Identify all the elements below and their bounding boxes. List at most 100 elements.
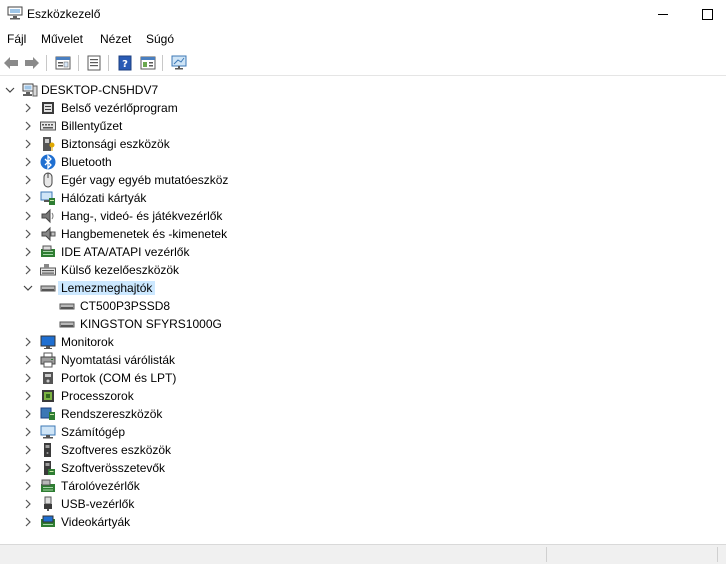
chevron-right-icon[interactable] xyxy=(23,477,33,495)
chevron-right-icon[interactable] xyxy=(23,387,33,405)
chevron-right-icon[interactable] xyxy=(23,171,33,189)
maximize-button[interactable] xyxy=(684,0,726,28)
tree-root[interactable]: DESKTOP-CN5HDV7 xyxy=(0,81,726,99)
title-bar: Eszközkezelő xyxy=(0,0,726,28)
chevron-right-icon[interactable] xyxy=(23,225,33,243)
tree-category-label: Külső kezelőeszközök xyxy=(61,263,180,277)
keyboard-icon xyxy=(40,121,56,131)
chevron-right-icon[interactable] xyxy=(23,117,33,135)
menu-action[interactable]: Művelet xyxy=(41,32,83,46)
chevron-right-icon[interactable] xyxy=(23,207,33,225)
chevron-right-icon[interactable] xyxy=(23,243,33,261)
chevron-right-icon[interactable] xyxy=(23,99,33,117)
chevron-right-icon[interactable] xyxy=(23,135,33,153)
chevron-right-icon[interactable] xyxy=(23,459,33,477)
tree-category-hang-video-es-jatekvezerlok[interactable]: Hang-, videó- és játékvezérlők xyxy=(0,207,726,225)
menu-file[interactable]: Fájl xyxy=(7,32,26,46)
tree-category-eger-vagy-egyeb-mutatoeszkoz[interactable]: Egér vagy egyéb mutatóeszköz xyxy=(0,171,726,189)
tree-category-label: Hang-, videó- és játékvezérlők xyxy=(61,209,223,223)
tree-category-kulso-kezeloeszkozok[interactable]: Külső kezelőeszközök xyxy=(0,261,726,279)
audio-io-icon xyxy=(41,226,56,242)
tree-category-label: Egér vagy egyéb mutatóeszköz xyxy=(61,173,229,187)
action-button[interactable] xyxy=(139,54,157,72)
tree-root-label: DESKTOP-CN5HDV7 xyxy=(41,83,159,97)
chevron-right-icon[interactable] xyxy=(23,261,33,279)
chevron-right-icon[interactable] xyxy=(23,513,33,531)
tree-category-videokartyak[interactable]: Videokártyák xyxy=(0,513,726,531)
tree-category-billentyuzet[interactable]: Billentyűzet xyxy=(0,117,726,135)
tree-category-label: Monitorok xyxy=(61,335,114,349)
forward-button[interactable] xyxy=(23,54,41,72)
tree-category-label: Videokártyák xyxy=(61,515,131,529)
tree-category-lemezmeghajtok[interactable]: Lemezmeghajtók xyxy=(0,279,726,297)
tree-category-usb-vezerlok[interactable]: USB-vezérlők xyxy=(0,495,726,513)
minimize-button[interactable] xyxy=(640,0,686,28)
tree-category-label: Nyomtatási várólisták xyxy=(61,353,176,367)
action-icon xyxy=(140,56,156,70)
status-separator xyxy=(546,547,547,562)
menu-help[interactable]: Súgó xyxy=(146,32,174,46)
tree-category-nyomtatasi-varolistak[interactable]: Nyomtatási várólisták xyxy=(0,351,726,369)
update-driver-icon xyxy=(87,55,101,71)
disk-drive-icon xyxy=(59,303,75,310)
chevron-right-icon[interactable] xyxy=(23,333,33,351)
chevron-right-icon[interactable] xyxy=(23,351,33,369)
tree-category-halozati-kartyak[interactable]: Hálózati kártyák xyxy=(0,189,726,207)
toolbar-separator xyxy=(162,55,163,71)
tree-category-label: Processzorok xyxy=(61,389,134,403)
processor-icon xyxy=(42,390,54,402)
forward-icon xyxy=(25,57,39,69)
back-button[interactable] xyxy=(2,54,20,72)
monitor-icon xyxy=(40,335,56,349)
bluetooth-icon xyxy=(40,154,56,170)
toolbar-separator xyxy=(78,55,79,71)
chevron-down-icon[interactable] xyxy=(5,81,15,99)
tree-category-rendszereszkozok[interactable]: Rendszereszközök xyxy=(0,405,726,423)
tree-device-item[interactable]: CT500P3PSSD8 xyxy=(0,297,726,315)
port-icon xyxy=(43,372,53,384)
chevron-down-icon[interactable] xyxy=(23,279,33,297)
help-button[interactable]: ? xyxy=(116,54,134,72)
tree-device-item[interactable]: KINGSTON SFYRS1000G xyxy=(0,315,726,333)
svg-text:?: ? xyxy=(122,59,128,70)
chevron-right-icon[interactable] xyxy=(23,153,33,171)
scan-hardware-button[interactable] xyxy=(170,54,188,72)
status-bar xyxy=(0,544,726,564)
toolbar-separator xyxy=(46,55,47,71)
menu-bar: Fájl Művelet Nézet Súgó xyxy=(0,29,726,49)
chevron-right-icon[interactable] xyxy=(23,423,33,441)
chevron-right-icon[interactable] xyxy=(23,495,33,513)
properties-icon xyxy=(55,56,71,70)
tree-category-bluetooth[interactable]: Bluetooth xyxy=(0,153,726,171)
back-icon xyxy=(4,57,18,69)
ide-controller-icon xyxy=(41,245,55,257)
tree-category-hangbemenetek-es-kimenetek[interactable]: Hangbemenetek és -kimenetek xyxy=(0,225,726,243)
tree-category-ide-ata-atapi-vezerlok[interactable]: IDE ATA/ATAPI vezérlők xyxy=(0,243,726,261)
tree-category-label: Belső vezérlőprogram xyxy=(61,101,178,115)
tree-category-szoftverosszetevok[interactable]: Szoftverösszetevők xyxy=(0,459,726,477)
status-separator xyxy=(717,547,718,562)
software-component-icon xyxy=(44,461,55,475)
toolbar-separator xyxy=(108,55,109,71)
tree-category-portok-com-es-lpt[interactable]: Portok (COM és LPT) xyxy=(0,369,726,387)
computer-icon xyxy=(22,83,38,97)
chevron-right-icon[interactable] xyxy=(23,405,33,423)
tree-category-szamitogep[interactable]: Számítógép xyxy=(0,423,726,441)
tree-category-biztonsagi-eszkozok[interactable]: Biztonsági eszközök xyxy=(0,135,726,153)
chevron-right-icon[interactable] xyxy=(23,189,33,207)
tree-category-label: Számítógép xyxy=(61,425,126,439)
network-adapter-icon xyxy=(40,191,55,205)
menu-view[interactable]: Nézet xyxy=(100,32,131,46)
tree-category-monitorok[interactable]: Monitorok xyxy=(0,333,726,351)
tree-category-szoftveres-eszkozok[interactable]: Szoftveres eszközök xyxy=(0,441,726,459)
tree-category-tarolovezerlok[interactable]: Tárolóvezérlők xyxy=(0,477,726,495)
properties-button[interactable] xyxy=(54,54,72,72)
chevron-right-icon[interactable] xyxy=(23,369,33,387)
update-driver-button[interactable] xyxy=(85,54,103,72)
tree-category-label: Hangbemenetek és -kimenetek xyxy=(61,227,228,241)
firmware-icon xyxy=(42,102,54,114)
minimize-icon xyxy=(658,13,668,15)
chevron-right-icon[interactable] xyxy=(23,441,33,459)
tree-category-belso-vezerloprogram[interactable]: Belső vezérlőprogram xyxy=(0,99,726,117)
tree-category-processzorok[interactable]: Processzorok xyxy=(0,387,726,405)
